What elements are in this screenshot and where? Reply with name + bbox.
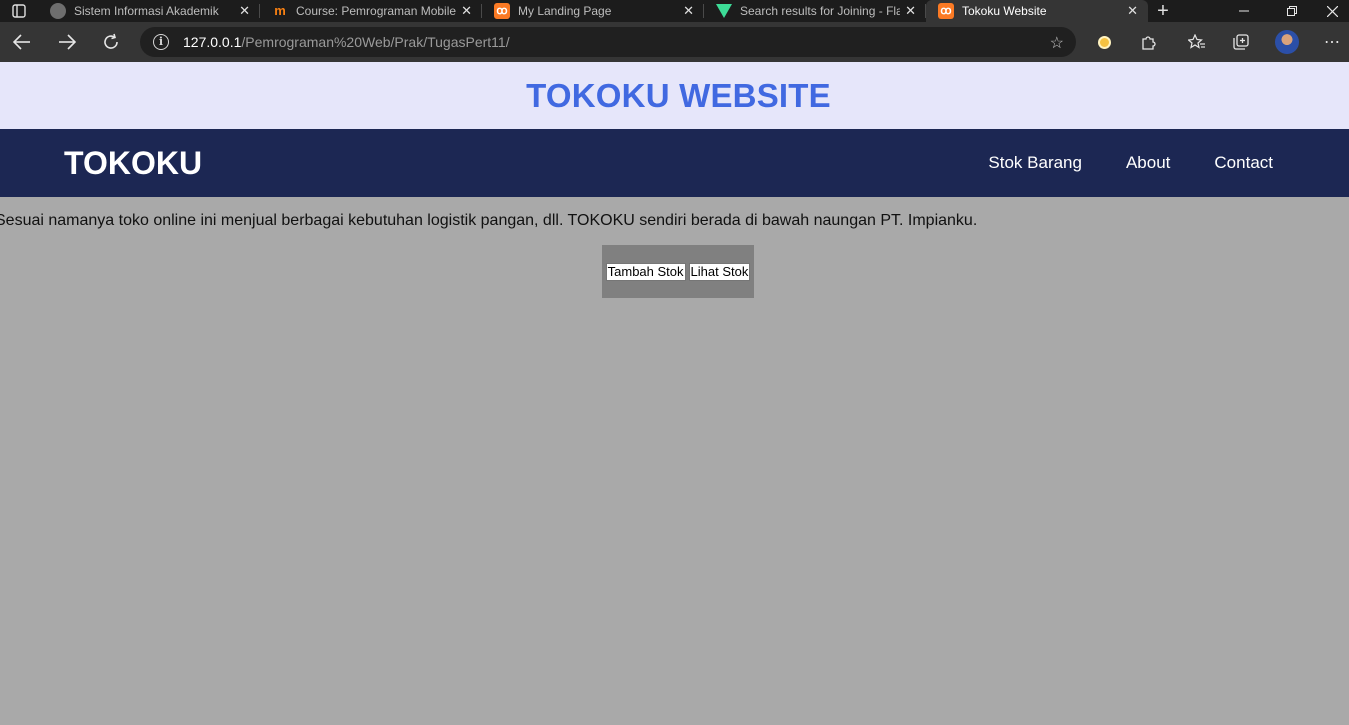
coin-icon (1097, 35, 1111, 49)
tab-title: Tokoku Website (962, 4, 1047, 18)
gray-circle-icon (50, 3, 66, 19)
address-bar[interactable]: i 127.0.0.1/Pemrograman%20Web/Prak/Tugas… (140, 27, 1076, 57)
extension-coin-button[interactable] (1084, 22, 1124, 62)
reload-icon (104, 33, 118, 49)
collections-button[interactable] (1221, 22, 1261, 62)
xampp-icon: ꝏ (494, 3, 510, 19)
minimize-icon (1239, 10, 1249, 12)
tab-search-results[interactable]: Search results for Joining - Fla ✕ (704, 0, 926, 22)
lihat-stok-button[interactable]: Lihat Stok (688, 262, 751, 281)
nav-link-contact[interactable]: Contact (1214, 153, 1273, 173)
extensions-button[interactable] (1128, 22, 1168, 62)
close-icon[interactable]: ✕ (239, 3, 250, 19)
arrow-left-icon (13, 34, 30, 50)
close-icon[interactable]: ✕ (461, 3, 472, 19)
tab-tokoku-website[interactable]: ꝏ Tokoku Website ✕ (926, 0, 1148, 22)
close-icon[interactable]: ✕ (683, 3, 694, 19)
tab-actions-button[interactable] (0, 0, 38, 22)
nav-link-stok-barang[interactable]: Stok Barang (988, 153, 1082, 173)
site-header: TOKOKU WEBSITE (0, 62, 1349, 129)
more-dots-icon: ⋯ (1324, 34, 1340, 51)
close-icon[interactable]: ✕ (1127, 3, 1138, 19)
site-navbar: TOKOKU Stok Barang About Contact (0, 129, 1349, 197)
tab-sistem-informasi[interactable]: Sistem Informasi Akademik ✕ (38, 0, 260, 22)
info-icon[interactable]: i (153, 34, 169, 50)
puzzle-icon (1142, 36, 1156, 50)
collections-icon (1233, 34, 1249, 50)
back-button[interactable] (0, 22, 44, 62)
minimize-button[interactable] (1221, 0, 1267, 22)
forward-button[interactable] (45, 22, 89, 62)
nav-link-about[interactable]: About (1126, 153, 1170, 173)
url-host: 127.0.0.1 (183, 34, 242, 50)
tab-title: My Landing Page (518, 4, 612, 18)
tambah-stok-button[interactable]: Tambah Stok (605, 262, 686, 281)
page-title: TOKOKU WEBSITE (526, 76, 831, 114)
plus-icon: + (1157, 0, 1169, 22)
moodle-icon: m (274, 3, 286, 18)
intro-text: Sesuai namanya toko online ini menjual b… (0, 212, 978, 229)
profile-button[interactable] (1267, 22, 1307, 62)
arrow-right-icon (59, 34, 76, 50)
tab-title: Search results for Joining - Fla (740, 4, 900, 18)
url-text[interactable]: 127.0.0.1/Pemrograman%20Web/Prak/TugasPe… (183, 34, 510, 50)
favorites-list-icon (1188, 34, 1205, 49)
stock-action-box: Tambah Stok Lihat Stok (602, 245, 754, 298)
add-favorite-icon[interactable]: ☆ (1050, 33, 1064, 53)
reload-button[interactable] (89, 22, 133, 62)
browser-tab-bar: Sistem Informasi Akademik ✕ m Course: Pe… (0, 0, 1349, 22)
xampp-icon: ꝏ (938, 3, 954, 19)
nav-menu: Stok Barang About Contact (988, 153, 1273, 173)
new-tab-button[interactable]: + (1148, 0, 1178, 22)
green-triangle-icon (716, 4, 732, 18)
tab-title: Course: Pemrograman Mobile (296, 4, 456, 18)
tab-actions-icon (12, 4, 26, 18)
close-icon[interactable]: ✕ (905, 3, 916, 19)
url-path: /Pemrograman%20Web/Prak/TugasPert11/ (241, 34, 510, 50)
tab-course-pemrograman[interactable]: m Course: Pemrograman Mobile ✕ (260, 0, 482, 22)
restore-icon (1287, 6, 1297, 16)
browser-toolbar: i 127.0.0.1/Pemrograman%20Web/Prak/Tugas… (0, 22, 1349, 62)
avatar (1275, 30, 1299, 54)
window-close-button[interactable] (1309, 0, 1349, 22)
favorites-button[interactable] (1177, 22, 1217, 62)
settings-more-button[interactable]: ⋯ (1312, 22, 1349, 62)
tab-my-landing-page[interactable]: ꝏ My Landing Page ✕ (482, 0, 704, 22)
close-icon (1326, 5, 1338, 17)
brand-logo[interactable]: TOKOKU (64, 145, 202, 182)
tab-title: Sistem Informasi Akademik (74, 4, 219, 18)
